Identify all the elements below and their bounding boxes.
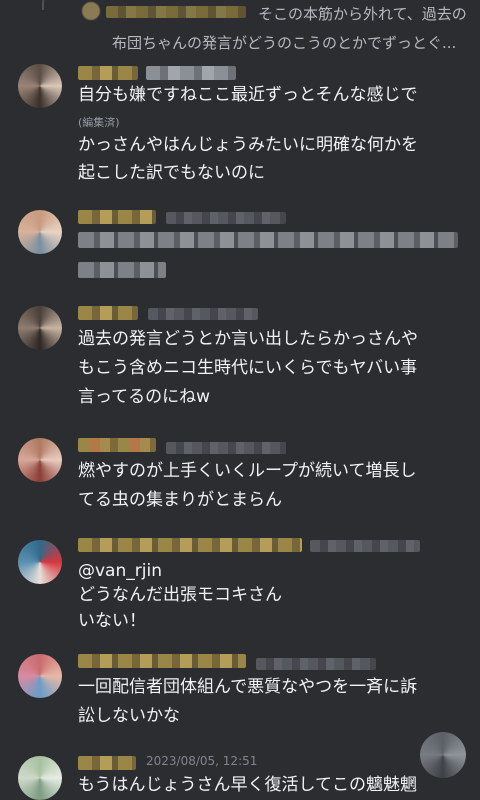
message-text-redacted bbox=[78, 262, 166, 278]
avatar[interactable] bbox=[18, 306, 62, 350]
timestamp-redacted bbox=[166, 442, 286, 454]
username-redacted[interactable] bbox=[78, 756, 136, 770]
avatar[interactable] bbox=[18, 210, 62, 254]
avatar[interactable] bbox=[18, 654, 62, 698]
username-redacted[interactable] bbox=[78, 654, 246, 668]
message-line: 一回配信者団体組んで悪質なやつを一斉に訴 bbox=[78, 677, 418, 697]
avatar[interactable] bbox=[18, 756, 62, 800]
message-line: もうはんじょうさん早く復活してこの魑魅魍 bbox=[78, 775, 417, 795]
reply-spine bbox=[42, 0, 80, 10]
message-line: どうなんだ出張モコキさん bbox=[78, 585, 282, 605]
message-line: 燃やすのが上手くいくループが続いて増長し bbox=[78, 461, 417, 481]
timestamp-redacted bbox=[310, 540, 420, 552]
reply-text-line1: そこの本筋から外れて、過去の bbox=[258, 5, 467, 23]
username-tag-redacted bbox=[146, 66, 236, 80]
timestamp-redacted bbox=[148, 308, 258, 320]
timestamp: 2023/08/05, 12:51 bbox=[146, 754, 258, 768]
mention[interactable]: @van_rjin bbox=[78, 558, 468, 585]
message-line: もこう含めニコ生時代にいくらでもヤバい事 bbox=[78, 358, 418, 378]
reply-text-line2: 布団ちゃんの発言がどうのこうのとかでずっとぐ... bbox=[112, 34, 457, 52]
reply-username-redacted bbox=[106, 6, 246, 18]
message-line: 起こした訳でもないのに bbox=[78, 163, 265, 183]
message-line: 言ってるのにねw bbox=[78, 387, 211, 407]
message-line: かっさんやはんじょうみたいに明確な何かを bbox=[78, 135, 418, 155]
message-line: 過去の発言どうとか言い出したらかっさんや bbox=[78, 329, 418, 349]
avatar[interactable] bbox=[18, 64, 62, 108]
reply-preview[interactable]: そこの本筋から外れて、過去の 布団ちゃんの発言がどうのこうのとかでずっとぐ... bbox=[34, 0, 474, 58]
username-redacted[interactable] bbox=[78, 438, 156, 452]
edited-label: (編集済) bbox=[78, 116, 120, 129]
avatar[interactable] bbox=[18, 438, 62, 482]
message-line: てる虫の集まりがとまらん bbox=[78, 490, 282, 510]
timestamp-redacted bbox=[166, 212, 286, 224]
avatar[interactable] bbox=[18, 540, 62, 584]
message-line: いない！ bbox=[78, 611, 146, 631]
timestamp-redacted bbox=[256, 658, 376, 670]
username-redacted[interactable] bbox=[78, 66, 138, 80]
message-line: 訟しないかな bbox=[78, 706, 180, 726]
reply-avatar bbox=[82, 2, 100, 20]
message-text-redacted bbox=[78, 232, 458, 248]
username-redacted[interactable] bbox=[78, 306, 138, 320]
username-redacted[interactable] bbox=[78, 210, 156, 224]
chat-log: そこの本筋から外れて、過去の 布団ちゃんの発言がどうのこうのとかでずっとぐ...… bbox=[0, 0, 480, 800]
username-redacted[interactable] bbox=[78, 538, 302, 552]
message-line: 自分も嫌ですねここ最近ずっとそんな感じで bbox=[78, 85, 418, 105]
scroll-to-bottom-icon[interactable] bbox=[420, 732, 466, 778]
